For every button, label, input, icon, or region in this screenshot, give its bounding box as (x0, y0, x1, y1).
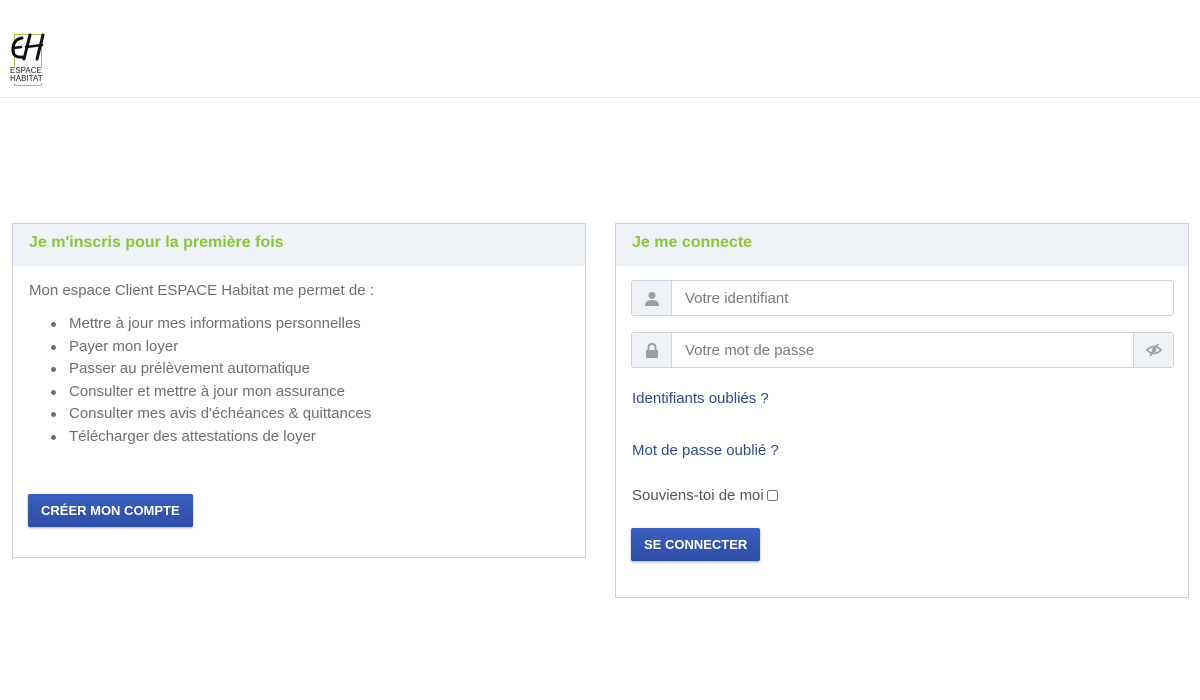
signup-panel-title: Je m'inscris pour la première fois (13, 224, 585, 266)
feature-item: Télécharger des attestations de loyer (49, 426, 569, 449)
create-account-button[interactable]: CRÉER MON COMPTE (28, 494, 193, 527)
forgot-password-link[interactable]: Mot de passe oublié ? (632, 442, 779, 459)
forgot-ids-link[interactable]: Identifiants oubliés ? (632, 390, 769, 407)
signup-intro: Mon espace Client ESPACE Habitat me perm… (29, 282, 374, 299)
username-input[interactable] (672, 281, 1173, 315)
remember-me-checkbox[interactable] (766, 490, 778, 501)
signup-panel-body: Mon espace Client ESPACE Habitat me perm… (13, 266, 585, 464)
feature-item: Payer mon loyer (49, 336, 569, 359)
espace-habitat-logo[interactable]: ESPACE HABITAT (8, 32, 50, 88)
remember-me-label[interactable]: Souviens-toi de moi (632, 487, 778, 504)
username-input-group (631, 280, 1174, 316)
eye-slash-icon[interactable] (1133, 333, 1173, 367)
password-input-group (631, 332, 1174, 368)
feature-item: Passer au prélèvement automatique (49, 358, 569, 381)
logo-mark-icon (11, 33, 45, 61)
user-icon (632, 281, 672, 315)
feature-item: Mettre à jour mes informations personnel… (49, 313, 569, 336)
site-header: ESPACE HABITAT (0, 0, 1200, 98)
lock-icon (632, 333, 672, 367)
remember-me-text: Souviens-toi de moi (632, 487, 764, 504)
password-input[interactable] (672, 333, 1133, 367)
login-panel-title: Je me connecte (616, 224, 1188, 266)
signup-panel: Je m'inscris pour la première fois Mon e… (12, 223, 586, 558)
feature-item: Consulter et mettre à jour mon assurance (49, 381, 569, 404)
feature-list: Mettre à jour mes informations personnel… (29, 313, 569, 448)
login-button[interactable]: SE CONNECTER (631, 528, 761, 561)
logo-line-2: HABITAT (10, 74, 43, 83)
logo-wordmark: ESPACE HABITAT (10, 67, 50, 83)
feature-item: Consulter mes avis d'échéances & quittan… (49, 403, 569, 426)
login-panel: Je me connecte Identifiants oubliés ? (615, 223, 1189, 598)
